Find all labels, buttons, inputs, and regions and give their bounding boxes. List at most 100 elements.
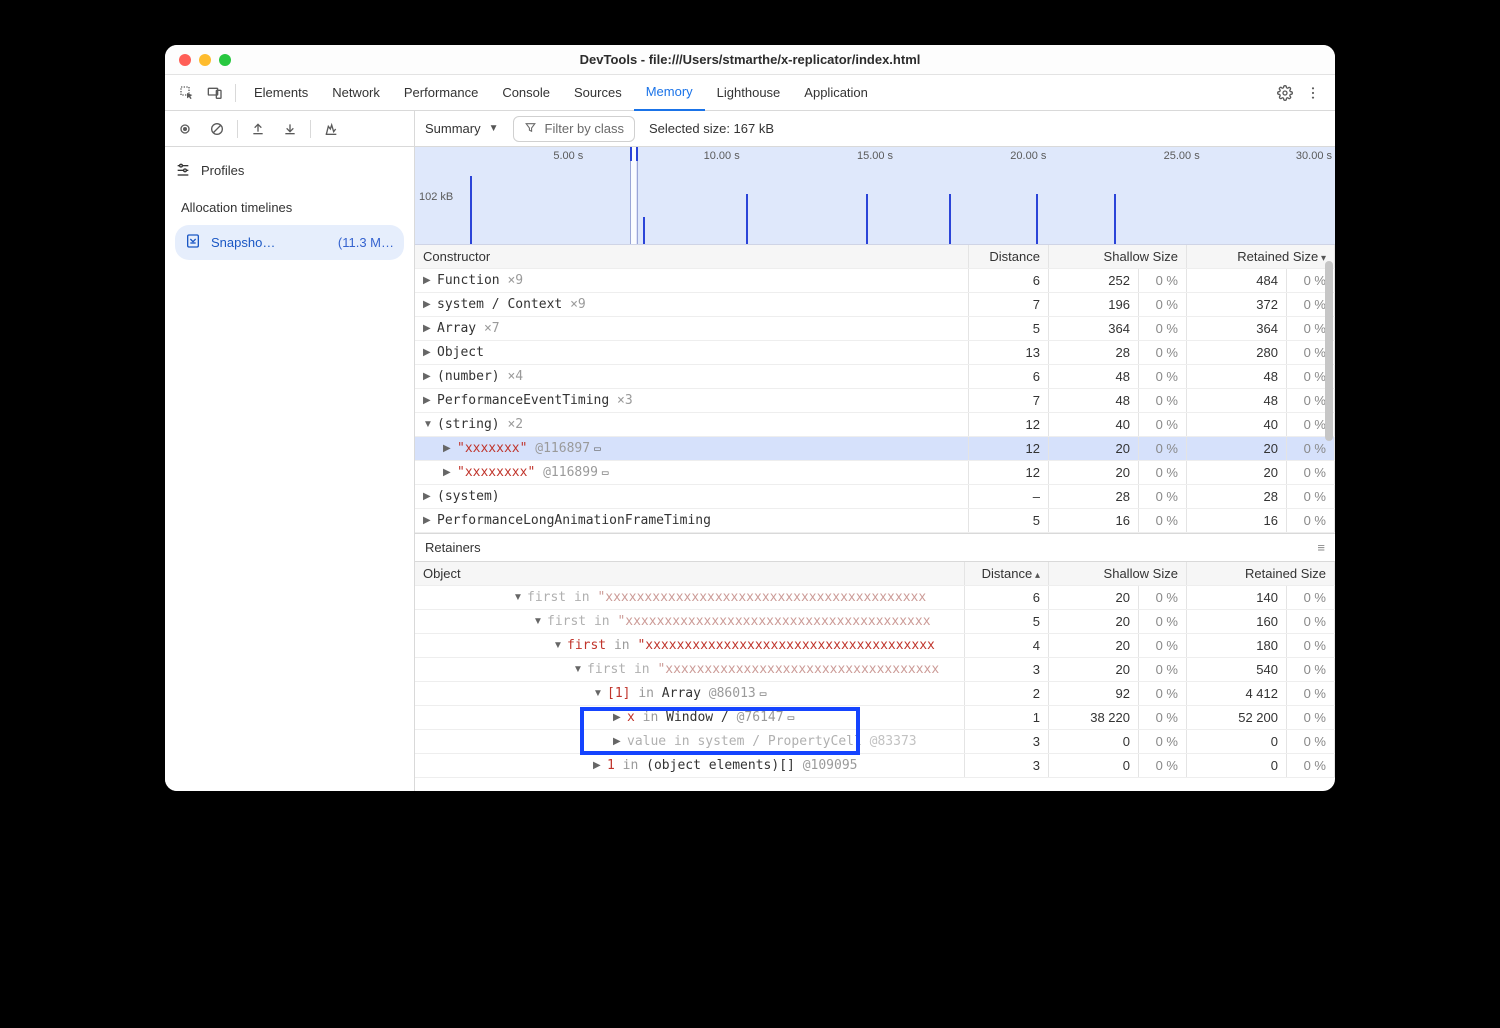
disclosure-icon[interactable]: ▼: [573, 664, 583, 675]
table-row[interactable]: ▶PerformanceLongAnimationFrameTiming5160…: [415, 509, 1335, 533]
tab-lighthouse[interactable]: Lighthouse: [705, 75, 793, 111]
snapshot-size: (11.3 M…: [338, 235, 394, 250]
timeline-y-label: 102 kB: [419, 191, 453, 203]
table-row[interactable]: ▼(string) ×212400 %400 %: [415, 413, 1335, 437]
devtools-window: DevTools - file:///Users/stmarthe/x-repl…: [165, 45, 1335, 791]
titlebar: DevTools - file:///Users/stmarthe/x-repl…: [165, 45, 1335, 75]
tab-application[interactable]: Application: [792, 75, 880, 111]
timeline-bar: [949, 194, 951, 244]
popout-icon[interactable]: ▭: [594, 442, 601, 455]
tab-console[interactable]: Console: [490, 75, 562, 111]
disclosure-icon[interactable]: ▶: [423, 323, 433, 334]
tab-network[interactable]: Network: [320, 75, 392, 111]
chevron-down-icon: ▼: [489, 123, 499, 134]
upload-icon[interactable]: [244, 115, 272, 143]
timeline-bar: [1114, 194, 1116, 244]
table-row[interactable]: ▶system / Context ×971960 %3720 %: [415, 293, 1335, 317]
snapshot-icon: [185, 233, 201, 252]
selected-size: Selected size: 167 kB: [649, 121, 774, 136]
col-object[interactable]: Object: [415, 562, 964, 586]
constructors-table[interactable]: Constructor Distance Shallow Size Retain…: [415, 245, 1335, 534]
disclosure-icon[interactable]: ▼: [533, 616, 543, 627]
table-row[interactable]: ▶PerformanceEventTiming ×37480 %480 %: [415, 389, 1335, 413]
table-row[interactable]: ▼first in "xxxxxxxxxxxxxxxxxxxxxxxxxxxxx…: [415, 658, 1335, 682]
table-row[interactable]: ▼first in "xxxxxxxxxxxxxxxxxxxxxxxxxxxxx…: [415, 586, 1335, 610]
tab-performance[interactable]: Performance: [392, 75, 490, 111]
col-retained-r[interactable]: Retained Size: [1186, 562, 1334, 586]
disclosure-icon[interactable]: ▶: [423, 491, 433, 502]
timeline[interactable]: 5.00 s10.00 s15.00 s20.00 s25.00 s30.00 …: [415, 147, 1335, 245]
disclosure-icon[interactable]: ▼: [553, 640, 563, 651]
col-constructor[interactable]: Constructor: [415, 245, 968, 269]
col-shallow[interactable]: Shallow Size: [1048, 245, 1186, 269]
download-icon[interactable]: [276, 115, 304, 143]
table-row[interactable]: ▼first in "xxxxxxxxxxxxxxxxxxxxxxxxxxxxx…: [415, 610, 1335, 634]
timeline-bar: [866, 194, 868, 244]
disclosure-icon[interactable]: ▶: [443, 467, 453, 478]
tab-sources[interactable]: Sources: [562, 75, 634, 111]
tab-memory[interactable]: Memory: [634, 75, 705, 111]
table-row[interactable]: ▶Object13280 %2800 %: [415, 341, 1335, 365]
inspect-icon[interactable]: [173, 79, 201, 107]
filter-input[interactable]: Filter by class: [513, 116, 635, 142]
timeline-bar: [643, 217, 645, 244]
table-row[interactable]: ▶Array ×753640 %3640 %: [415, 317, 1335, 341]
popout-icon[interactable]: ▭: [602, 466, 609, 479]
profiles-heading: Profiles: [165, 147, 414, 188]
sidebar: Profiles Allocation timelines Snapsho… (…: [165, 111, 415, 791]
table-row[interactable]: ▶"xxxxxxx" @116897▭12200 %200 %: [415, 437, 1335, 461]
settings-icon[interactable]: [1271, 79, 1299, 107]
more-icon[interactable]: [1299, 79, 1327, 107]
table-row[interactable]: ▶(number) ×46480 %480 %: [415, 365, 1335, 389]
disclosure-icon[interactable]: ▼: [513, 592, 523, 603]
disclosure-icon[interactable]: ▼: [593, 688, 603, 699]
timeline-bar: [1036, 194, 1038, 244]
disclosure-icon[interactable]: ▶: [613, 712, 623, 723]
disclosure-icon[interactable]: ▶: [423, 347, 433, 358]
panel-tabs: ElementsNetworkPerformanceConsoleSources…: [165, 75, 1335, 111]
table-row[interactable]: ▶value in system / PropertyCell @8337330…: [415, 730, 1335, 754]
table-row[interactable]: ▶Function ×962520 %4840 %: [415, 269, 1335, 293]
profiles-label: Profiles: [201, 163, 244, 178]
popout-icon[interactable]: ▭: [788, 711, 795, 724]
table-row[interactable]: ▶"xxxxxxxx" @116899▭12200 %200 %: [415, 461, 1335, 485]
scrollbar[interactable]: [1323, 261, 1335, 551]
disclosure-icon[interactable]: ▶: [423, 299, 433, 310]
table-row[interactable]: ▶1 in (object elements)[] @109095300 %00…: [415, 754, 1335, 778]
col-distance[interactable]: Distance: [968, 245, 1048, 269]
disclosure-icon[interactable]: ▶: [613, 736, 623, 747]
disclosure-icon[interactable]: ▶: [423, 275, 433, 286]
allocation-timelines-heading: Allocation timelines: [165, 188, 414, 221]
timeline-selection[interactable]: [630, 147, 638, 244]
scroll-thumb[interactable]: [1325, 261, 1333, 441]
table-row[interactable]: ▼first in "xxxxxxxxxxxxxxxxxxxxxxxxxxxxx…: [415, 634, 1335, 658]
sliders-icon: [175, 161, 191, 180]
timeline-bar: [746, 194, 748, 244]
tab-elements[interactable]: Elements: [242, 75, 320, 111]
popout-icon[interactable]: ▭: [760, 687, 767, 700]
table-row[interactable]: ▼[1] in Array @86013▭2920 %4 4120 %: [415, 682, 1335, 706]
separator: [235, 84, 236, 102]
disclosure-icon[interactable]: ▶: [423, 515, 433, 526]
disclosure-icon[interactable]: ▶: [443, 443, 453, 454]
table-row[interactable]: ▶x in Window / @76147▭138 2200 %52 2000 …: [415, 706, 1335, 730]
filter-placeholder: Filter by class: [545, 121, 624, 136]
disclosure-icon[interactable]: ▶: [423, 371, 433, 382]
disclosure-icon[interactable]: ▶: [423, 395, 433, 406]
device-icon[interactable]: [201, 79, 229, 107]
summary-label: Summary: [425, 121, 481, 136]
clear-icon[interactable]: [203, 115, 231, 143]
filter-icon: [524, 121, 537, 137]
snapshot-item[interactable]: Snapsho… (11.3 M…: [175, 225, 404, 260]
summary-dropdown[interactable]: Summary ▼: [425, 121, 499, 136]
disclosure-icon[interactable]: ▼: [423, 419, 433, 430]
retainers-table[interactable]: Object Distance Shallow Size Retained Si…: [415, 562, 1335, 778]
table-row[interactable]: ▶(system)–280 %280 %: [415, 485, 1335, 509]
col-shallow-r[interactable]: Shallow Size: [1048, 562, 1186, 586]
disclosure-icon[interactable]: ▶: [593, 760, 603, 771]
record-icon[interactable]: [171, 115, 199, 143]
timeline-bar: [470, 176, 472, 244]
col-distance-r[interactable]: Distance: [964, 562, 1048, 586]
gc-icon[interactable]: [317, 115, 345, 143]
col-retained[interactable]: Retained Size: [1186, 245, 1334, 269]
